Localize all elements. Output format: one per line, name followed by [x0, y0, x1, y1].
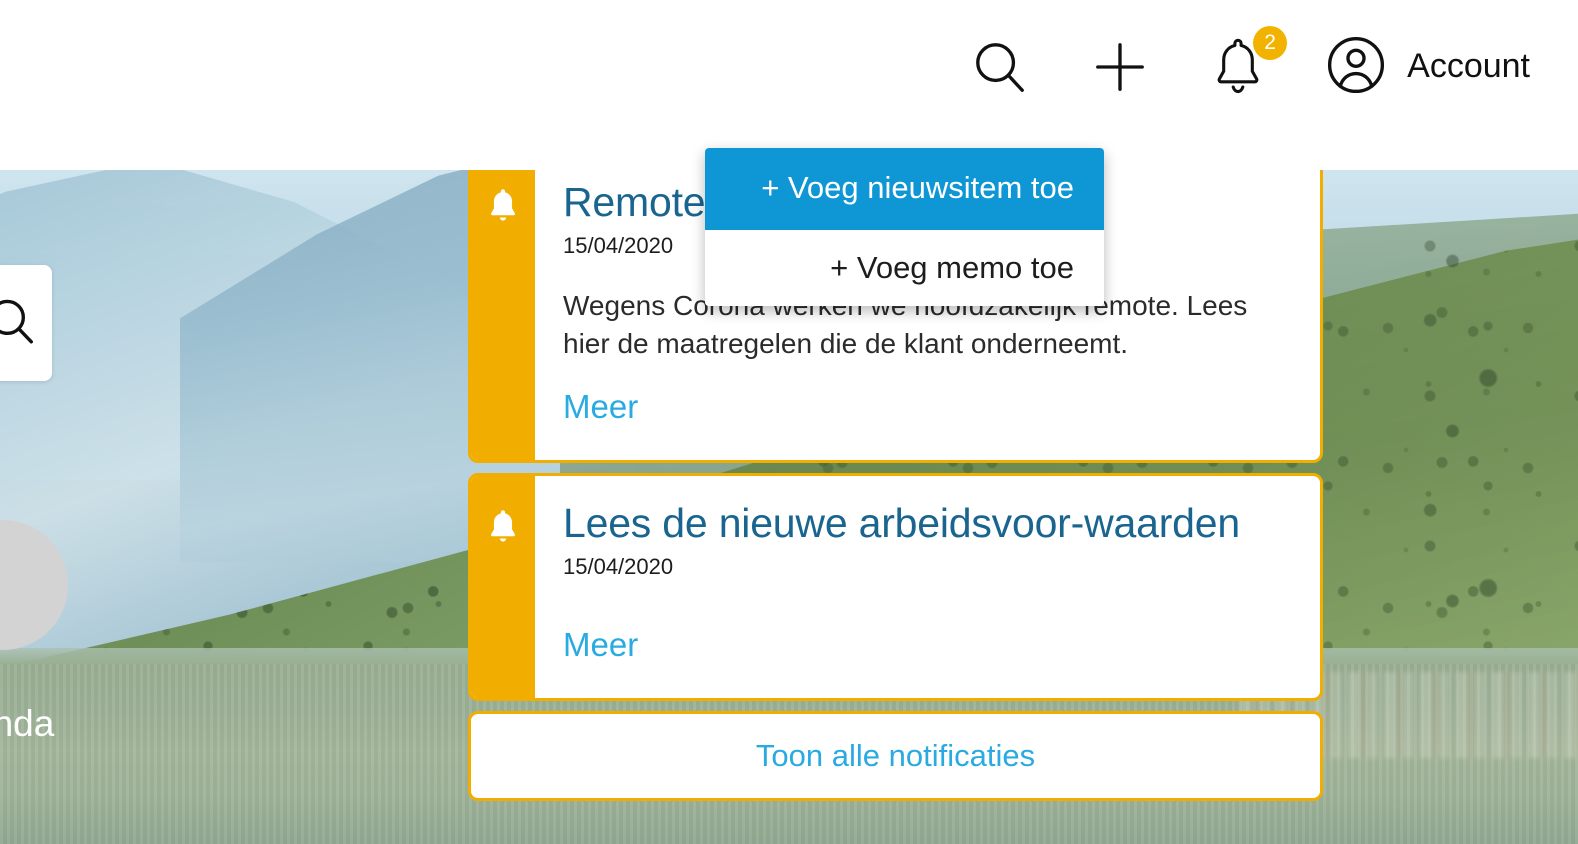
notification-body: Lees de nieuwe arbeidsvoor-waarden 15/04…	[535, 476, 1320, 698]
search-icon	[0, 292, 40, 355]
notification-strip	[471, 155, 535, 461]
user-circle-icon	[1325, 34, 1387, 99]
show-all-notifications-button[interactable]: Toon alle notificaties	[468, 711, 1323, 802]
notification-date: 15/04/2020	[563, 554, 674, 580]
top-header-bar: 2 Account	[0, 0, 1578, 170]
menu-item-add-news[interactable]: + Voeg nieuwsitem toe	[705, 148, 1104, 230]
notifications-button[interactable]: 2	[1209, 25, 1288, 98]
menu-item-add-memo[interactable]: + Voeg memo toe	[705, 230, 1104, 306]
account-label: Account	[1407, 47, 1530, 85]
notification-more-link[interactable]: Meer	[563, 388, 638, 426]
side-search-box[interactable]	[0, 265, 52, 381]
add-button[interactable]	[1089, 36, 1151, 98]
account-button[interactable]: Account	[1325, 34, 1530, 99]
notification-title: Lees de nieuwe arbeidsvoor-waarden	[563, 500, 1240, 547]
add-dropdown-menu: + Voeg nieuwsitem toe + Voeg memo toe	[705, 148, 1104, 306]
notification-card[interactable]: Lees de nieuwe arbeidsvoor-waarden 15/04…	[468, 473, 1323, 702]
bell-icon	[486, 187, 520, 460]
app-root: anda Remote werken 15/04/2020 Wegens Cor…	[0, 0, 1578, 844]
bell-icon	[486, 508, 520, 698]
notification-more-link[interactable]: Meer	[563, 626, 638, 664]
plus-icon	[1089, 36, 1151, 98]
search-button[interactable]	[969, 36, 1031, 98]
notifications-badge: 2	[1253, 25, 1288, 60]
side-label: anda	[0, 703, 55, 744]
notification-strip	[471, 476, 535, 699]
search-icon	[969, 36, 1031, 98]
header-actions: 2 Account	[969, 25, 1530, 99]
